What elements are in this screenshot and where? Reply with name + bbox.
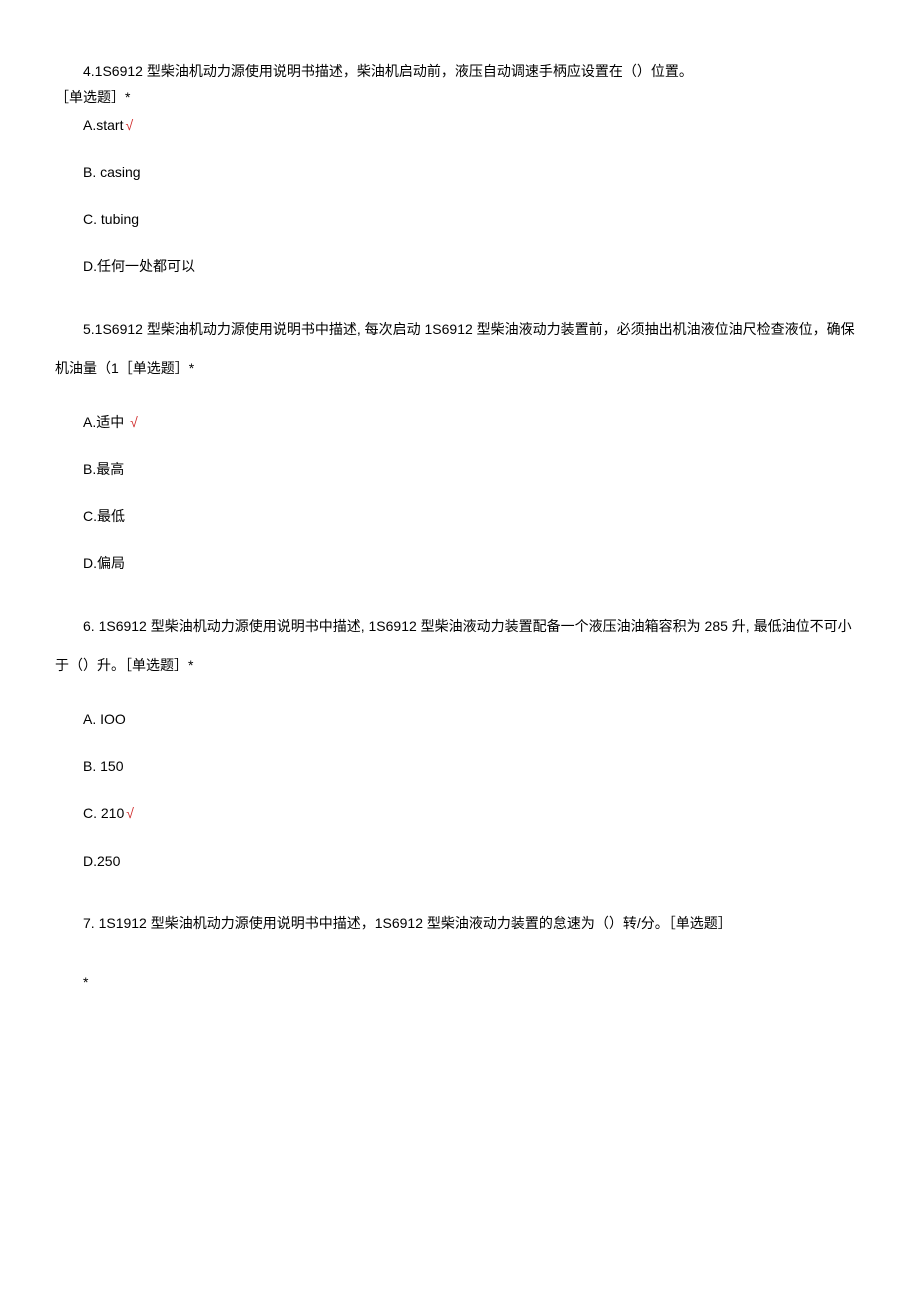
option-c: C. tubing bbox=[55, 207, 865, 232]
question-stem: 6. 1S6912 型柴油机动力源使用说明书中描述, 1S6912 型柴油液动力… bbox=[55, 607, 865, 685]
correct-mark: √ bbox=[126, 805, 134, 821]
option-d: D.偏局 bbox=[55, 551, 865, 576]
option-b: B.最高 bbox=[55, 457, 865, 482]
correct-mark: √ bbox=[125, 117, 133, 133]
option-label: A.start bbox=[83, 117, 123, 133]
question-6: 6. 1S6912 型柴油机动力源使用说明书中描述, 1S6912 型柴油液动力… bbox=[55, 607, 865, 874]
option-label: B.最高 bbox=[83, 461, 124, 477]
option-label: D.偏局 bbox=[83, 555, 125, 571]
option-a: A.适中 √ bbox=[55, 410, 865, 435]
correct-mark: √ bbox=[130, 414, 138, 430]
option-label: C. 210 bbox=[83, 805, 124, 821]
option-label: C.最低 bbox=[83, 508, 125, 524]
option-d: D.250 bbox=[55, 849, 865, 874]
option-label: C. tubing bbox=[83, 211, 139, 227]
option-a: A. IOO bbox=[55, 707, 865, 732]
question-4: 4.1S6912 型柴油机动力源使用说明书描述，柴油机启动前，液压自动调速手柄应… bbox=[55, 60, 865, 280]
option-label: A.适中 bbox=[83, 414, 124, 430]
option-c: C.最低 bbox=[55, 504, 865, 529]
question-7: 7. 1S1912 型柴油机动力源使用说明书中描述，1S6912 型柴油液动力装… bbox=[55, 904, 865, 1002]
option-d: D.任何一处都可以 bbox=[55, 254, 865, 279]
option-b: B. 150 bbox=[55, 754, 865, 779]
option-label: B. 150 bbox=[83, 758, 123, 774]
option-label: D.250 bbox=[83, 853, 120, 869]
option-b: B. casing bbox=[55, 160, 865, 185]
question-5: 5.1S6912 型柴油机动力源使用说明书中描述, 每次启动 1S6912 型柴… bbox=[55, 310, 865, 577]
question-trailing-asterisk: * bbox=[55, 963, 865, 1002]
question-stem: 5.1S6912 型柴油机动力源使用说明书中描述, 每次启动 1S6912 型柴… bbox=[55, 310, 865, 388]
question-stem: 4.1S6912 型柴油机动力源使用说明书描述，柴油机启动前，液压自动调速手柄应… bbox=[55, 60, 865, 82]
option-label: D.任何一处都可以 bbox=[83, 258, 195, 274]
option-label: A. IOO bbox=[83, 711, 126, 727]
option-a: A.start√ bbox=[55, 113, 865, 138]
question-type-tag: ［单选题］* bbox=[55, 86, 865, 108]
option-label: B. casing bbox=[83, 164, 141, 180]
question-stem: 7. 1S1912 型柴油机动力源使用说明书中描述，1S6912 型柴油液动力装… bbox=[55, 904, 865, 943]
option-c: C. 210√ bbox=[55, 801, 865, 826]
